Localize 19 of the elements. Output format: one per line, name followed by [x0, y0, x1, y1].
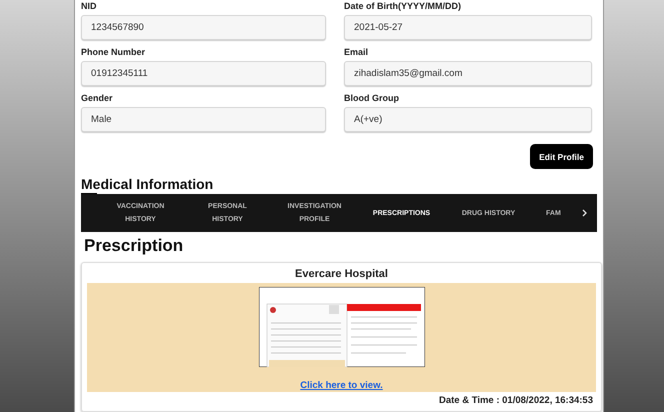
field-label: Blood Group: [344, 92, 399, 105]
section-title: Medical Information: [81, 175, 214, 193]
text-field[interactable]: Male: [81, 107, 326, 132]
text-field[interactable]: A(+ve): [344, 107, 592, 132]
field-label: Gender: [81, 92, 113, 105]
text-field[interactable]: 1234567890: [81, 15, 326, 40]
edit-profile-button[interactable]: Edit Profile: [530, 144, 593, 169]
prescription-heading: Prescription: [84, 235, 184, 257]
field-label: NID: [81, 0, 96, 13]
text-field[interactable]: 01912345111: [81, 61, 326, 86]
hospital-name: Evercare Hospital: [295, 268, 388, 280]
text-field[interactable]: 2021-05-27: [344, 15, 592, 40]
text-field[interactable]: zihadislam35@gmail.com: [344, 61, 592, 86]
field-label: Phone Number: [81, 46, 146, 59]
view-link[interactable]: Click here to view.: [300, 380, 383, 391]
field-label: Email: [344, 46, 368, 59]
field-label: Date of Birth(YYYY/MM/DD): [344, 0, 461, 13]
chevron-right-icon[interactable]: [582, 209, 588, 217]
date-time: Date & Time : 01/08/2022, 16:34:53: [438, 395, 593, 406]
